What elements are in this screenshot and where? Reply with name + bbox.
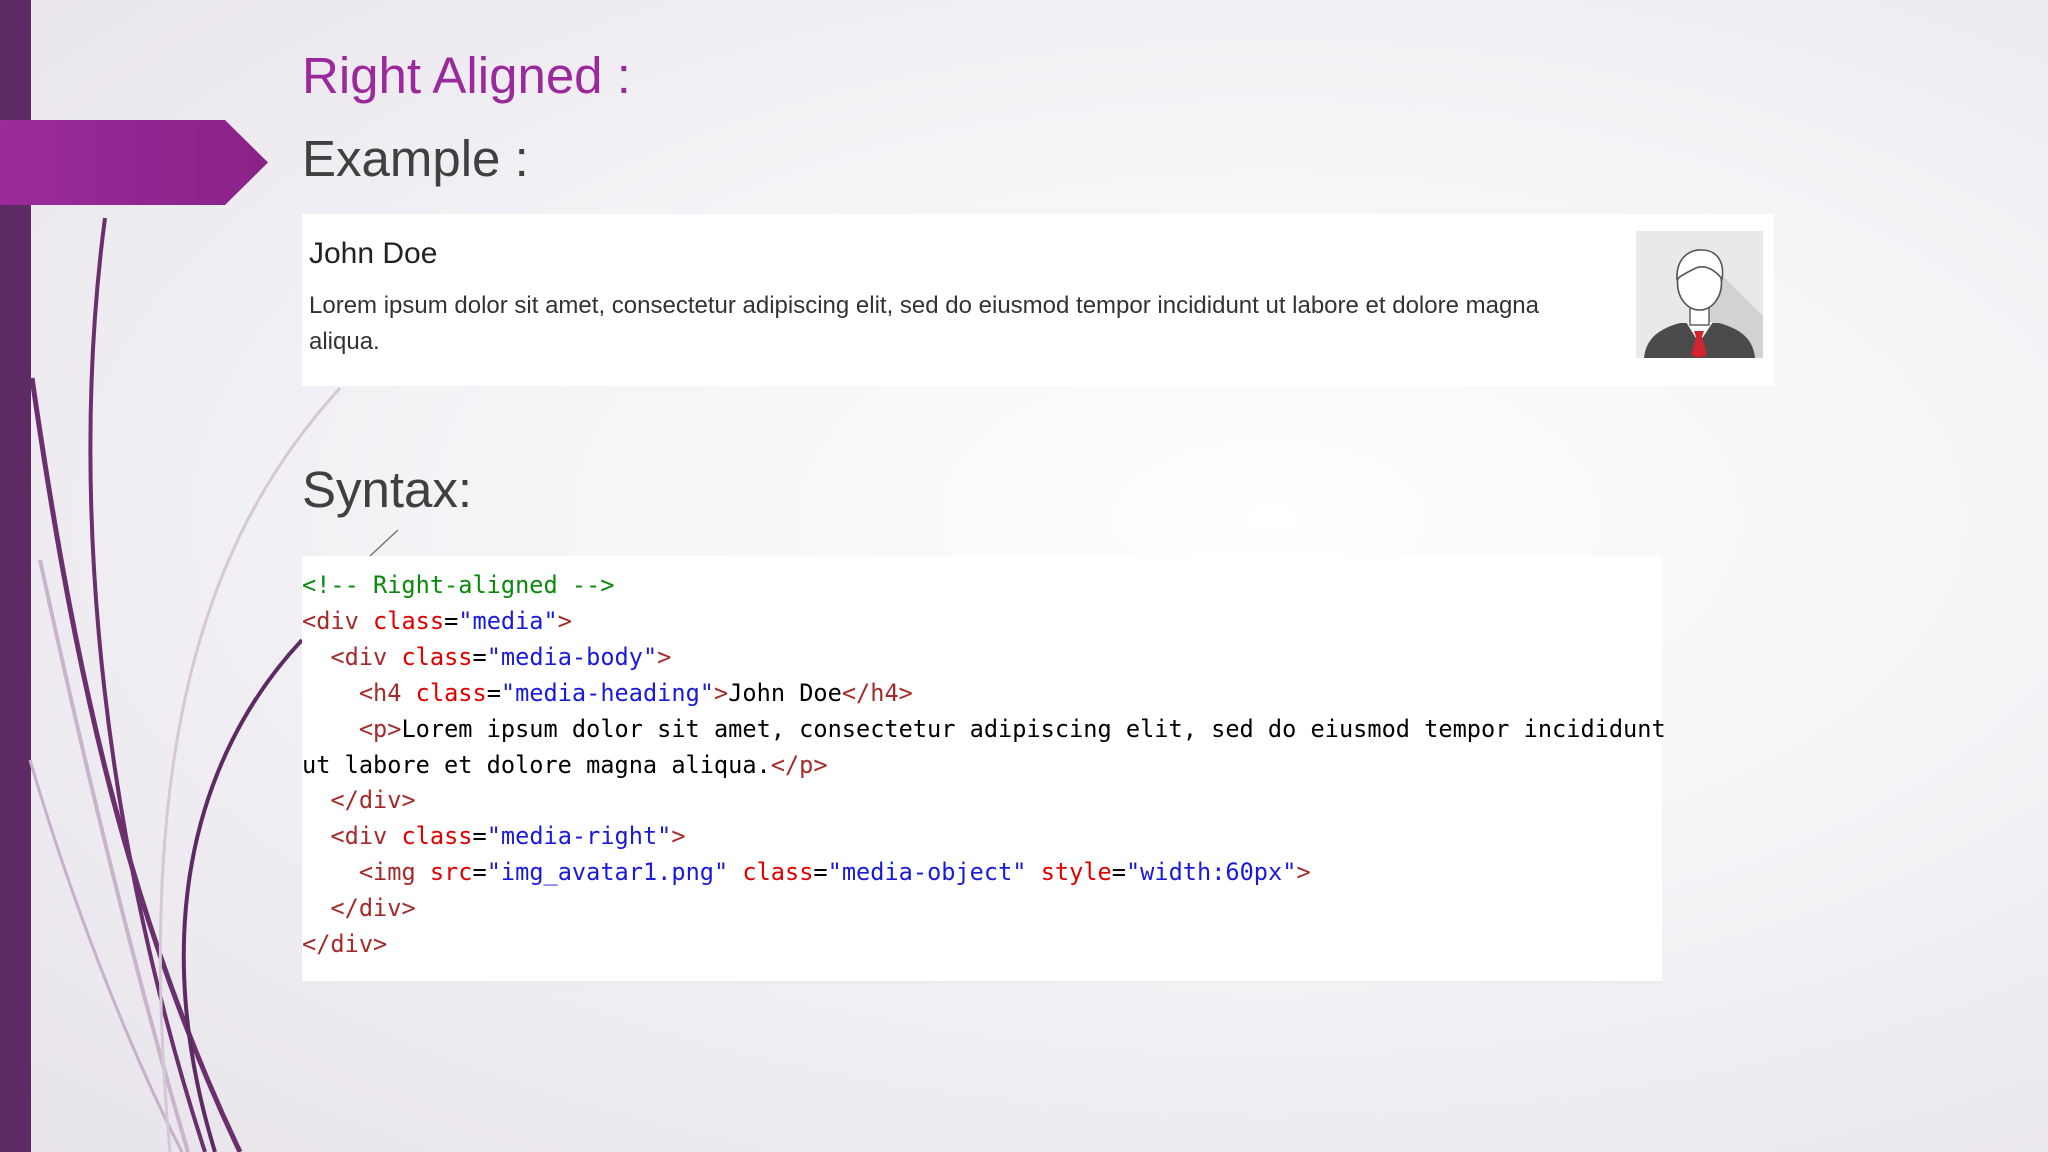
code-line: <div class="media-body"> (302, 640, 1662, 676)
code-token: class (401, 678, 487, 707)
code-token: <div (330, 822, 388, 851)
code-token: "media-right" (486, 822, 672, 851)
media-example-box: John Doe Lorem ipsum dolor sit amet, con… (302, 214, 1774, 386)
code-token: "media-body" (486, 642, 658, 671)
syntax-heading: Syntax: (302, 461, 473, 518)
code-token: John Doe (728, 678, 842, 707)
code-token: = (444, 606, 459, 635)
code-token: > (671, 822, 686, 851)
code-token: style (1026, 858, 1112, 887)
code-token: Lorem ipsum dolor sit amet, consectetur … (401, 714, 1666, 743)
code-token: <img (358, 858, 416, 887)
code-token: > (557, 606, 572, 635)
code-token: = (486, 678, 501, 707)
code-line: <div class="media"> (302, 604, 1662, 640)
code-token: = (1111, 858, 1126, 887)
code-line: <p>Lorem ipsum dolor sit amet, consectet… (302, 712, 1666, 748)
code-token: "width:60px" (1125, 858, 1297, 887)
code-token: class (728, 858, 814, 887)
code-token: <!-- Right-aligned --> (302, 571, 615, 599)
code-token: = (472, 822, 487, 851)
avatar-icon (1636, 231, 1763, 358)
code-token: = (472, 858, 487, 887)
code-line: <!-- Right-aligned --> (302, 568, 1662, 604)
code-token: class (387, 822, 473, 851)
arrow-tab-shape (0, 120, 268, 205)
code-line: <img src="img_avatar1.png" class="media-… (302, 855, 1662, 891)
code-token: class (358, 606, 445, 635)
code-token: = (813, 858, 828, 887)
code-token: <p> (358, 714, 402, 743)
media-body-text: Lorem ipsum dolor sit amet, consectetur … (309, 292, 1539, 355)
slide-title: Right Aligned : (302, 47, 631, 104)
code-token: "media-object" (827, 858, 1027, 887)
code-line: </div> (302, 927, 1662, 963)
code-block: <!-- Right-aligned --> <div class="media"… (302, 556, 1666, 987)
code-token: <div (330, 642, 388, 671)
code-token: </h4> (841, 678, 913, 707)
code-token: <div (302, 606, 359, 635)
code-token: > (657, 642, 672, 671)
slide: Right Aligned : Example : John Doe Lorem… (0, 0, 2048, 1152)
code-token: </div> (302, 930, 388, 959)
code-token: </div> (330, 894, 416, 923)
code-token: "img_avatar1.png" (486, 858, 729, 887)
code-token: > (1296, 858, 1311, 887)
code-listing: <!-- Right-aligned --> <div class="media"… (302, 556, 1666, 963)
code-line: ut labore et dolore magna aliqua.</p> (302, 748, 1662, 784)
code-token: > (713, 678, 729, 707)
code-line: <h4 class="media-heading">John Doe</h4> (302, 676, 1662, 712)
code-line: </div> (302, 783, 1662, 819)
code-token: class (387, 642, 473, 671)
code-token: </div> (330, 786, 416, 815)
media-heading: John Doe (309, 237, 438, 270)
code-token: src (415, 858, 473, 887)
code-token: <h4 (358, 678, 402, 707)
code-token: ut labore et dolore magna aliqua. (302, 750, 771, 779)
code-line: </div> (302, 891, 1662, 927)
code-token: = (472, 642, 487, 671)
code-line: <div class="media-right"> (302, 819, 1662, 855)
example-heading: Example : (302, 130, 529, 187)
code-token: </p> (770, 750, 828, 779)
code-token: "media-heading" (500, 678, 714, 707)
code-token: "media" (458, 606, 558, 635)
